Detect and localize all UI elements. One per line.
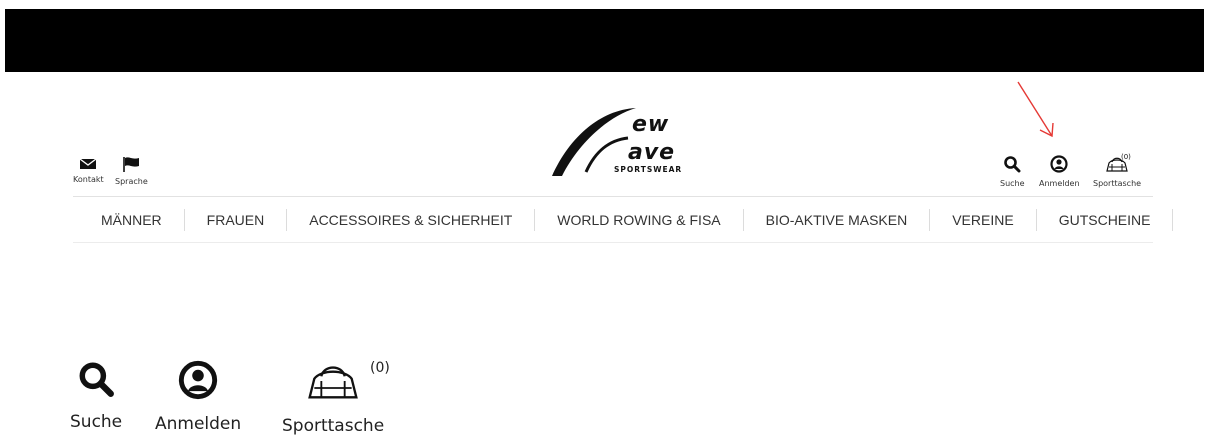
search-icon	[1004, 156, 1021, 173]
bag-icon	[308, 366, 358, 399]
user-icon	[178, 360, 218, 400]
main-nav: MÄNNER FRAUEN ACCESSOIRES & SICHERHEIT W…	[73, 204, 1174, 236]
sprache-label: Sprache	[115, 177, 148, 186]
search-icon	[79, 362, 115, 397]
nav-divider	[73, 242, 1153, 243]
zoom-sportbag-badge: (0)	[370, 360, 390, 376]
sportbag-label: Sporttasche	[1093, 179, 1142, 188]
nav-item-vereine[interactable]: VEREINE	[930, 209, 1037, 231]
zoom-login-button[interactable]: Anmelden	[155, 360, 241, 434]
search-button[interactable]: Suche	[1000, 155, 1025, 188]
search-label: Suche	[1000, 179, 1025, 188]
zoom-search-button[interactable]: Suche	[70, 360, 122, 432]
envelope-icon	[79, 158, 97, 169]
logo-text-ave: ave	[628, 140, 676, 165]
nav-item-gutscheine[interactable]: GUTSCHEINE	[1037, 209, 1174, 231]
user-icon	[1050, 155, 1068, 173]
kontakt-label: Kontakt	[73, 175, 104, 184]
nav-item-accessoires[interactable]: ACCESSOIRES & SICHERHEIT	[287, 209, 536, 231]
sportbag-button[interactable]: (0) Sporttasche	[1093, 153, 1142, 188]
zoom-login-label: Anmelden	[155, 414, 242, 434]
sprache-link[interactable]: Sprache	[115, 156, 148, 186]
nav-item-bio-aktive-masken[interactable]: BIO-AKTIVE MASKEN	[744, 209, 931, 231]
login-button[interactable]: Anmelden	[1039, 155, 1080, 188]
flag-icon	[123, 157, 140, 172]
zoom-sportbag-label: Sporttasche	[282, 416, 385, 436]
top-black-bar	[5, 9, 1204, 72]
nav-item-maenner[interactable]: MÄNNER	[73, 209, 185, 231]
zoom-search-label: Suche	[70, 412, 123, 432]
zoom-sportbag-button[interactable]: Sporttasche	[282, 360, 384, 436]
kontakt-link[interactable]: Kontakt	[73, 156, 104, 184]
login-label: Anmelden	[1039, 179, 1080, 188]
logo-text-ew: ew	[632, 112, 670, 137]
nav-item-frauen[interactable]: FRAUEN	[185, 209, 288, 231]
header-divider	[73, 196, 1153, 197]
sportbag-badge: (0)	[1121, 153, 1131, 161]
brand-logo[interactable]: ew ave SPORTSWEAR	[548, 100, 681, 180]
annotation-arrow	[1017, 81, 1054, 138]
nav-item-world-rowing[interactable]: WORLD ROWING & FISA	[535, 209, 744, 231]
logo-subtitle: SPORTSWEAR	[614, 165, 683, 174]
